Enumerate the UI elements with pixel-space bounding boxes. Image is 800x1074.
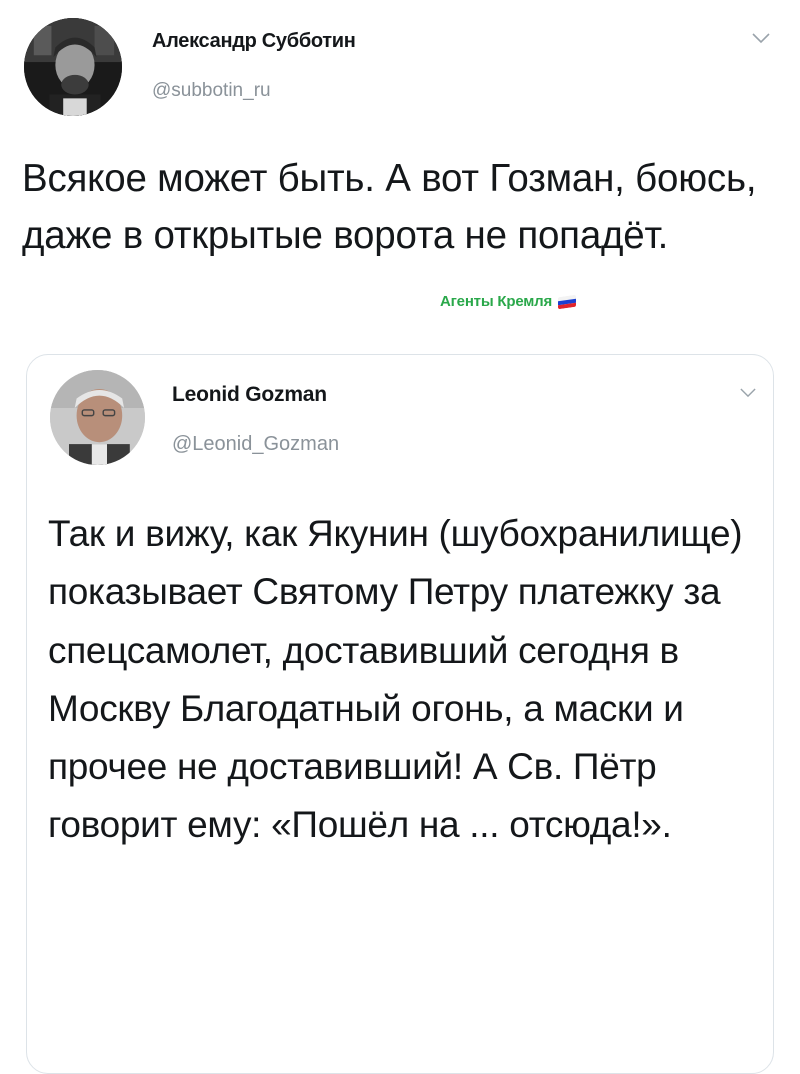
author-avatar-image [24,18,122,116]
watermark: Агенты Кремля [440,293,577,310]
watermark-label: Агенты Кремля [440,293,553,310]
russian-flag-icon [558,294,577,309]
chevron-down-icon[interactable] [740,388,756,398]
tweet: Александр Субботин @subbotin_ru Всякое м… [0,0,800,1074]
quoted-author-handle[interactable]: @Leonid_Gozman [172,433,339,456]
author-handle[interactable]: @subbotin_ru [152,80,271,102]
quoted-author-avatar-image [50,370,145,465]
chevron-down-icon[interactable] [752,33,770,44]
author-name[interactable]: Александр Субботин [152,30,356,53]
quoted-author-name[interactable]: Leonid Gozman [172,383,327,407]
author-avatar[interactable] [24,18,122,116]
quoted-author-avatar[interactable] [50,370,145,465]
quoted-tweet-text: Так и вижу, как Якунин (шубохранилище) п… [48,513,743,846]
tweet-text: Всякое может быть. А вот Гозман, боюсь, … [22,157,757,257]
